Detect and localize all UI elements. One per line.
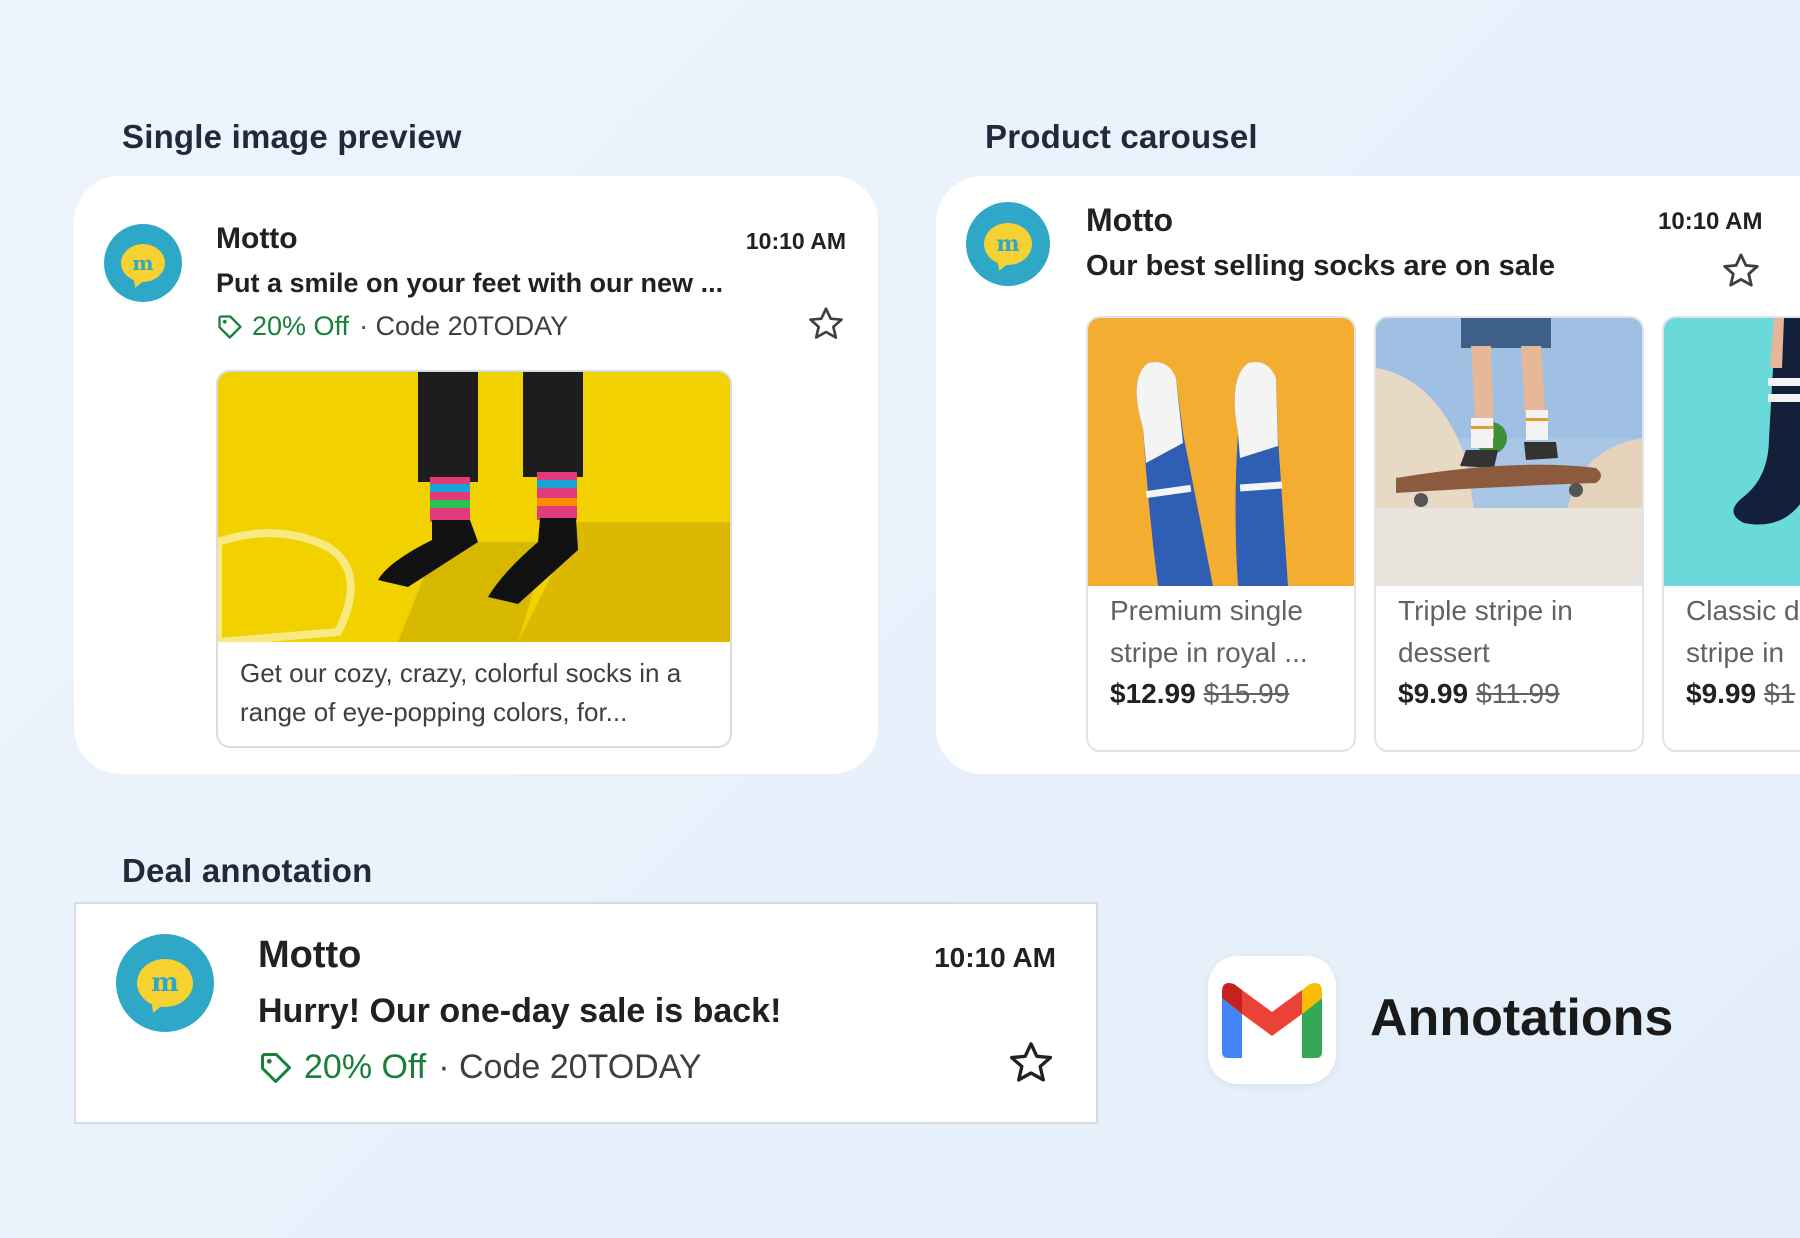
- sender-name: Motto: [216, 222, 298, 255]
- deal-code: · Code 20TODAY: [438, 1048, 702, 1086]
- deal-code: · Code 20TODAY: [359, 311, 569, 341]
- product-image: [1664, 318, 1800, 586]
- motto-logo-icon: m: [137, 959, 193, 1007]
- annotations-label: Annotations: [1370, 989, 1674, 1047]
- avatar-letter: m: [132, 251, 154, 275]
- image-caption: Get our cozy, crazy, colorful socks in a…: [240, 658, 682, 727]
- email-subject: Hurry! Our one-day sale is back!: [258, 992, 782, 1030]
- deal-annotation: 20% Off · Code 20TODAY: [216, 311, 568, 342]
- email-time: 10:10 AM: [745, 228, 846, 254]
- star-icon[interactable]: [806, 304, 846, 344]
- product-price: $9.99 $11.99: [1398, 678, 1560, 710]
- tag-icon: [261, 1052, 291, 1083]
- deal-amount: 20% Off: [304, 1048, 427, 1086]
- product-tile[interactable]: Classic d stripe in $9.99 $1: [1662, 316, 1800, 752]
- sale-price: $9.99: [1398, 678, 1469, 709]
- deal-annotation: 20% Off · Code 20TODAY: [258, 1048, 702, 1087]
- gmail-logo-icon: [1222, 983, 1322, 1058]
- sale-price: $12.99: [1110, 678, 1196, 709]
- email-subject: Put a smile on your feet with our new ..…: [216, 268, 724, 298]
- original-price: $15.99: [1203, 678, 1290, 709]
- star-icon[interactable]: [1720, 250, 1762, 292]
- email-time: 10:10 AM: [1658, 208, 1763, 235]
- product-name: Triple stripe in dessert: [1398, 595, 1573, 668]
- sender-avatar: m: [116, 934, 214, 1032]
- deal-annotation-email-card[interactable]: m Motto 10:10 AM Hurry! Our one-day sale…: [74, 902, 1098, 1124]
- socks-photo: [218, 372, 730, 642]
- original-price: $11.99: [1476, 678, 1560, 709]
- sender-avatar: m: [104, 224, 182, 302]
- page: Single image preview Product carousel De…: [0, 0, 1800, 1238]
- product-name: Premium single stripe in royal ...: [1110, 595, 1308, 668]
- deal-amount: 20% Off: [252, 311, 350, 341]
- section-title-carousel: Product carousel: [985, 118, 1258, 155]
- sender-name: Motto: [258, 934, 362, 976]
- product-tile[interactable]: Premium single stripe in royal ... $12.9…: [1086, 316, 1356, 752]
- avatar-letter: m: [151, 968, 179, 998]
- product-image: [1088, 318, 1354, 586]
- tag-icon: [218, 314, 242, 339]
- product-carousel-email-card[interactable]: m Motto 10:10 AM Our best selling socks …: [936, 176, 1800, 774]
- product-price: $9.99 $1: [1686, 678, 1795, 710]
- avatar-letter: m: [996, 231, 1020, 257]
- section-title-deal: Deal annotation: [122, 852, 373, 889]
- product-price: $12.99 $15.99: [1110, 678, 1289, 710]
- motto-logo-icon: m: [984, 223, 1032, 265]
- section-title-single-image: Single image preview: [122, 118, 462, 155]
- motto-logo-icon: m: [121, 244, 165, 282]
- product-tile[interactable]: Triple stripe in dessert $9.99 $11.99: [1374, 316, 1644, 752]
- sale-price: $9.99: [1686, 678, 1757, 709]
- sender-name: Motto: [1086, 202, 1174, 238]
- sender-avatar: m: [966, 202, 1050, 286]
- star-icon[interactable]: [1006, 1038, 1056, 1088]
- product-image: [1376, 318, 1642, 586]
- email-subject: Our best selling socks are on sale: [1086, 250, 1556, 282]
- email-time: 10:10 AM: [934, 942, 1056, 973]
- gmail-logo-tile: [1208, 956, 1336, 1084]
- image-preview[interactable]: Get our cozy, crazy, colorful socks in a…: [216, 370, 732, 748]
- product-name: Classic d stripe in: [1686, 595, 1800, 668]
- original-price: $1: [1764, 678, 1796, 709]
- single-image-email-card[interactable]: m Motto 10:10 AM Put a smile on your fee…: [74, 176, 878, 774]
